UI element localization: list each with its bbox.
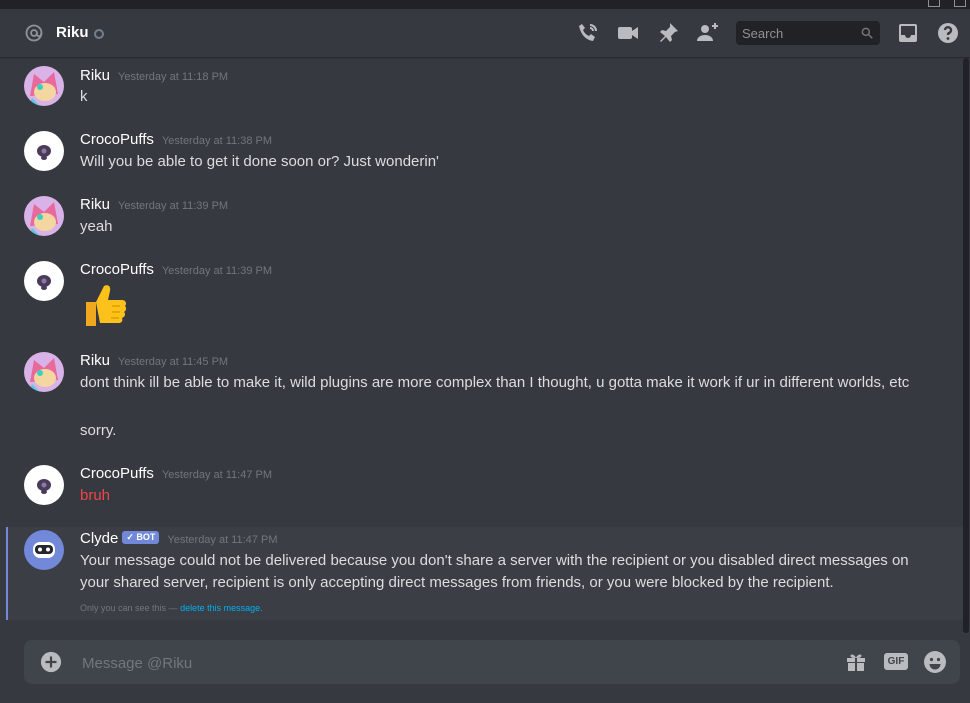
author-name[interactable]: CrocoPuffs [80, 131, 154, 148]
timestamp: Yesterday at 11:18 PM [118, 71, 229, 83]
ephemeral-note-text: Only you can see this — [80, 603, 178, 613]
message-text-failed: bruh [80, 487, 111, 504]
window-close-button[interactable] [954, 0, 966, 7]
message-text: k [80, 88, 88, 105]
message-text: dont think ill be able to make it, wild … [80, 374, 910, 391]
ephemeral-note: Only you can see this — delete this mess… [80, 603, 263, 613]
window-titlebar [0, 0, 970, 9]
status-indicator [94, 29, 104, 39]
search-input[interactable] [736, 21, 852, 45]
emoji-icon[interactable] [923, 650, 947, 674]
pin-icon[interactable] [656, 21, 680, 45]
avatar[interactable] [24, 196, 64, 236]
gift-icon[interactable] [844, 650, 868, 674]
timestamp: Yesterday at 11:38 PM [161, 135, 273, 147]
author-name[interactable]: CrocoPuffs [80, 261, 154, 278]
timestamp: Yesterday at 11:45 PM [118, 356, 229, 368]
phone-call-icon[interactable] [576, 21, 600, 45]
message-text: sorry. [80, 422, 117, 439]
add-friend-icon[interactable] [696, 21, 720, 45]
scrollbar-thumb[interactable] [963, 58, 969, 633]
avatar[interactable] [24, 530, 64, 570]
gif-icon[interactable]: GIF [884, 653, 908, 670]
search-box[interactable] [736, 21, 880, 45]
avatar[interactable] [24, 261, 64, 301]
timestamp: Yesterday at 11:47 PM [167, 534, 278, 546]
delete-message-link[interactable]: delete this message. [180, 603, 263, 613]
timestamp: Yesterday at 11:39 PM [118, 200, 229, 212]
message-text: Will you be able to get it done soon or?… [80, 153, 439, 170]
author-name[interactable]: Riku [80, 196, 110, 213]
author-name[interactable]: Clyde [80, 530, 118, 547]
avatar[interactable] [24, 66, 64, 106]
search-icon [861, 27, 873, 39]
message-text: Your message could not be delivered beca… [80, 552, 909, 591]
add-attachment-icon[interactable] [40, 651, 62, 673]
author-name[interactable]: Riku [80, 352, 110, 369]
timestamp: Yesterday at 11:47 PM [161, 469, 273, 481]
timestamp: Yesterday at 11:39 PM [161, 265, 273, 277]
avatar[interactable] [24, 131, 64, 171]
at-icon [25, 24, 43, 42]
message-composer: GIF [24, 640, 960, 686]
channel-name: Riku [56, 24, 89, 41]
thumbs-up-emoji[interactable] [80, 280, 128, 330]
inbox-icon[interactable] [896, 21, 920, 45]
author-name[interactable]: Riku [80, 67, 110, 84]
avatar[interactable] [24, 465, 64, 505]
avatar[interactable] [24, 352, 64, 392]
bot-badge: ✓ BOT [122, 531, 160, 544]
video-icon[interactable] [616, 21, 640, 45]
window-maximize-button[interactable] [928, 0, 940, 7]
message-input[interactable] [80, 640, 784, 686]
message-text: yeah [80, 218, 113, 235]
channel-header: Riku [0, 9, 970, 57]
messages-scrollbar[interactable] [963, 58, 969, 633]
help-icon[interactable] [936, 21, 960, 45]
author-name[interactable]: CrocoPuffs [80, 465, 154, 482]
